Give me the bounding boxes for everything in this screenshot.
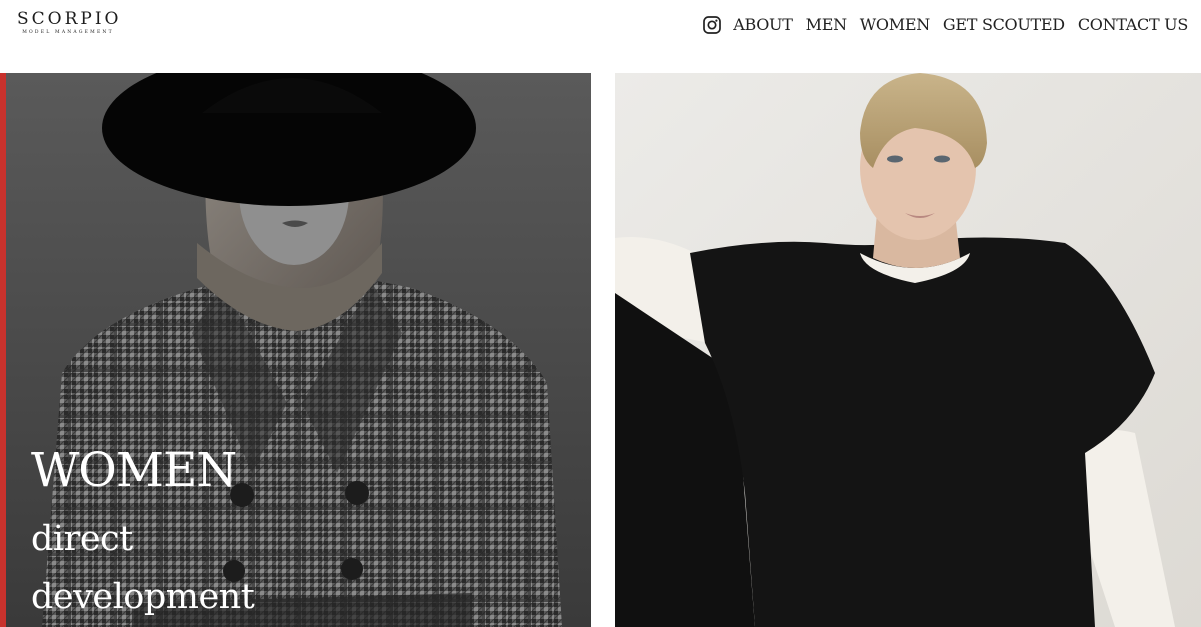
women-subtitle-line1: direct: [31, 519, 133, 559]
main-nav: ABOUT MEN WOMEN GET SCOUTED CONTACT US: [702, 13, 1188, 37]
nav-get-scouted[interactable]: GET SCOUTED: [943, 13, 1065, 37]
nav-about[interactable]: ABOUT: [733, 13, 793, 37]
logo[interactable]: SCORPIO MODEL MANAGEMENT: [17, 9, 119, 36]
logo-subtitle: MODEL MANAGEMENT: [22, 30, 114, 35]
accent-bar: [0, 73, 6, 627]
logo-title: SCORPIO: [17, 9, 122, 29]
instagram-icon[interactable]: [702, 16, 721, 35]
men-panel[interactable]: [615, 73, 1201, 627]
nav-contact-us[interactable]: CONTACT US: [1078, 13, 1188, 37]
site-header: SCORPIO MODEL MANAGEMENT ABOUT MEN WOMEN…: [0, 0, 1201, 73]
women-title: WOMEN: [31, 443, 237, 498]
men-photo: [615, 73, 1201, 627]
women-subtitle-line2: development: [31, 577, 255, 617]
nav-men[interactable]: MEN: [806, 13, 847, 37]
women-panel[interactable]: WOMEN direct development: [2, 73, 591, 627]
nav-women[interactable]: WOMEN: [860, 13, 930, 37]
